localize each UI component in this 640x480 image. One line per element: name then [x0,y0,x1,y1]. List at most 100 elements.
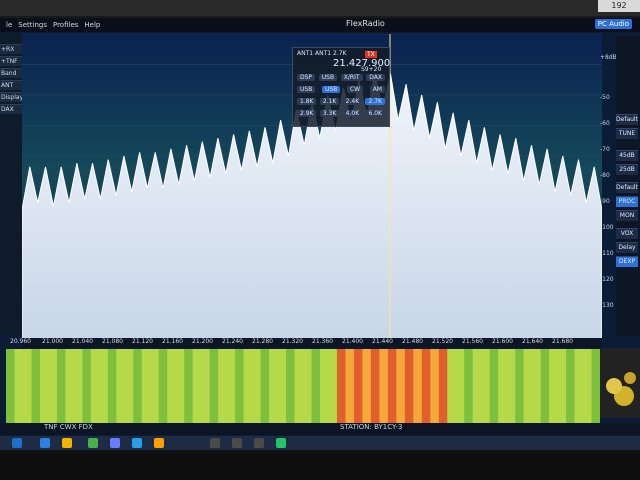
menu-profiles[interactable]: Profiles [53,21,78,29]
rp-proc[interactable]: PROC [616,196,638,207]
dsp-button[interactable]: DSP [297,74,316,81]
ant2-label: ANT1 2.7K [315,50,347,57]
left-sidebar: +RX +TNF Band ANT Display DAX [0,34,23,334]
ie-icon[interactable] [40,438,50,448]
app-icon[interactable] [276,438,286,448]
freq-tick: 21.160 [162,338,183,345]
tx-badge[interactable]: TX [365,51,377,58]
filter-2-1k[interactable]: 2.1K [319,98,340,105]
overlay-row-2: USB USB CW AM [297,86,385,93]
waterfall-band [39,349,49,426]
waterfall-display[interactable] [6,349,600,426]
app-icon[interactable] [210,438,220,448]
waterfall-band [387,349,397,426]
waterfall-band [209,349,219,426]
rp-mon[interactable]: MON [616,210,638,221]
waterfall-band [566,349,576,426]
s-meter: S9+20 [361,66,382,73]
waterfall-band [379,349,389,426]
app-icon[interactable] [254,438,264,448]
filter-1-8k[interactable]: 1.8K [297,98,317,105]
waterfall-band [421,349,431,426]
rp-vox[interactable]: VOX [616,228,638,239]
filter-4-0k[interactable]: 4.0K [342,110,363,117]
menu-file[interactable]: le [6,21,12,29]
waterfall-band [481,349,491,426]
waterfall-band [549,349,559,426]
mode-usb-active[interactable]: USB [321,86,341,93]
browser-icon[interactable] [62,438,72,448]
freq-tick: 21.680 [552,338,573,345]
app-icon[interactable] [132,438,142,448]
waterfall-band [294,349,304,426]
freq-tick: 21.240 [222,338,243,345]
side-btn-display[interactable]: Display [0,92,23,102]
rp-45db[interactable]: 45dB [616,150,638,161]
app-icon[interactable] [88,438,98,448]
waterfall-band [574,349,584,426]
app-icon[interactable] [110,438,120,448]
rp-delay[interactable]: Delay [616,242,638,253]
side-btn-band[interactable]: Band [0,68,23,78]
freq-tick: 21.360 [312,338,333,345]
filter-2-9k[interactable]: 2.9K [297,110,317,117]
waterfall-band [6,349,15,426]
side-btn-tnf[interactable]: +TNF [0,56,23,66]
filter-6-0k[interactable]: 6.0K [365,110,385,117]
waterfall-band [515,349,525,426]
filter-2-7k[interactable]: 2.7K [365,98,385,105]
waterfall-band [116,349,126,426]
side-btn-rx[interactable]: +RX [0,44,23,54]
waterfall-band [328,349,338,426]
db-label: -70 [600,146,610,153]
frequency-axis: 20.960 21.000 21.040 21.080 21.120 21.16… [10,338,602,348]
rp-default-2[interactable]: Default [616,182,638,193]
waterfall-band [56,349,66,426]
waterfall-band [22,349,32,426]
menu-settings[interactable]: Settings [18,21,47,29]
waterfall-band [464,349,474,426]
waterfall-band [260,349,270,426]
waterfall-band [353,349,363,426]
start-icon[interactable] [12,438,22,448]
waterfall-band [90,349,100,426]
side-btn-dax[interactable]: DAX [0,104,23,114]
xrit-button[interactable]: X/RIT [340,74,363,81]
overlay-row-4: 2.9K 3.3K 4.0K 6.0K [297,110,385,117]
monitor-bezel-bottom [0,450,640,480]
dax-button[interactable]: DAX [366,74,385,81]
waterfall-band [82,349,92,426]
side-btn-ant[interactable]: ANT [0,80,23,90]
mode-usb[interactable]: USB [297,86,316,93]
slice-flag[interactable]: ANT1 ANT1 2.7K TX 21.427.900 S9+20 DSP U… [292,47,390,127]
flexradio-screen: le Settings Profiles Help FlexRadio PC A… [0,18,640,450]
filter-2-4k[interactable]: 2.4K [342,98,363,105]
mode-button[interactable]: USB [318,74,338,81]
filter-3-3k[interactable]: 3.3K [319,110,340,117]
mode-cw[interactable]: CW [346,86,364,93]
freq-tick: 21.280 [252,338,273,345]
db-label: -120 [600,276,614,283]
db-label: -110 [600,250,614,257]
overlay-row-3: 1.8K 2.1K 2.4K 2.7K [297,98,385,105]
app-icon[interactable] [154,438,164,448]
rp-tune[interactable]: TUNE [616,128,638,139]
rp-25db[interactable]: 25dB [616,164,638,175]
menu-bar: le Settings Profiles Help FlexRadio PC A… [0,18,640,32]
app-icon[interactable] [232,438,242,448]
freq-tick: 21.040 [72,338,93,345]
waterfall-band [489,349,499,426]
waterfall-band [150,349,160,426]
station-name: STATION: BY1CY-3 [340,423,403,431]
waterfall-band [286,349,296,426]
pc-audio-button[interactable]: PC Audio [594,19,632,29]
rp-default[interactable]: Default [616,114,638,125]
mode-am[interactable]: AM [369,86,385,93]
waterfall-band [99,349,109,426]
waterfall-band [175,349,185,426]
db-label: -100 [600,224,614,231]
menu-help[interactable]: Help [84,21,100,29]
waterfall-band [243,349,253,426]
rp-dexp[interactable]: DEXP [616,256,638,267]
db-label: +8dB [600,54,617,61]
